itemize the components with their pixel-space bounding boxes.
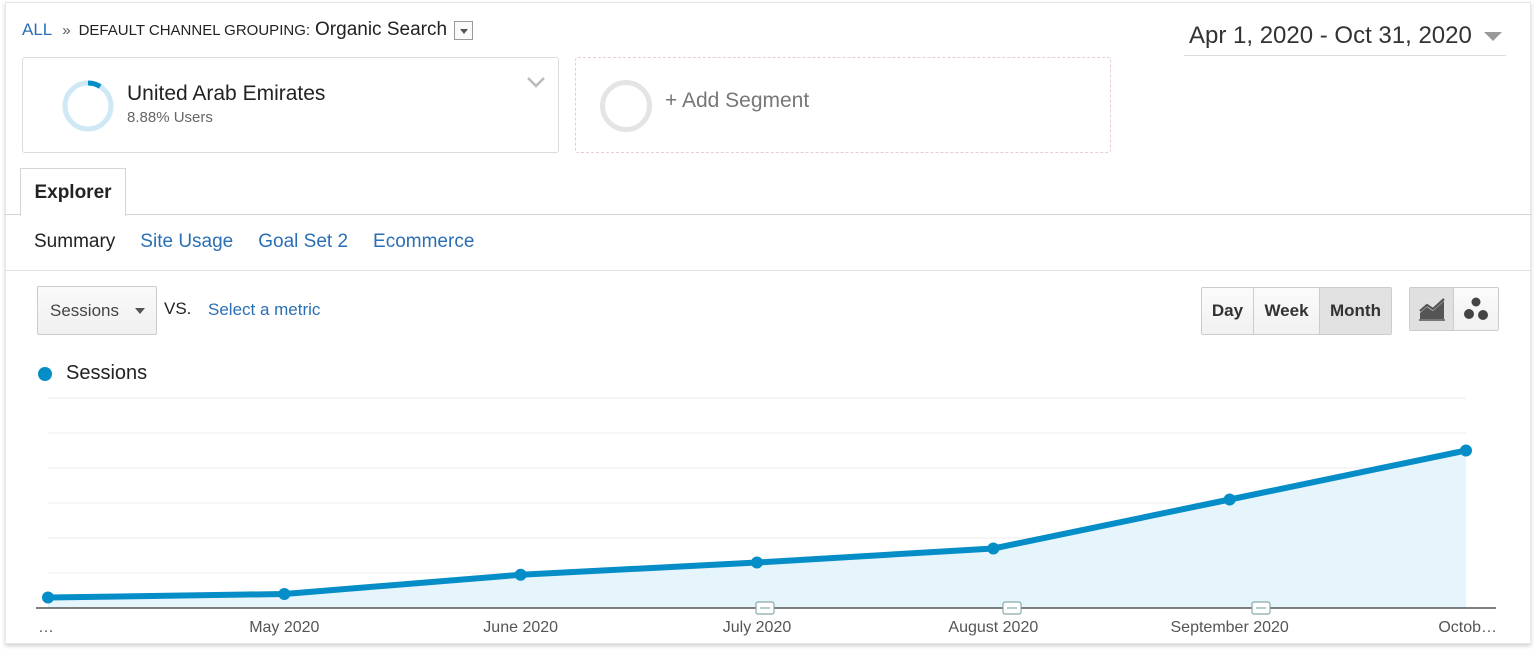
data-point xyxy=(987,542,1000,555)
subnav-site-usage[interactable]: Site Usage xyxy=(140,231,233,253)
date-range-picker[interactable]: Apr 1, 2020 - Oct 31, 2020 xyxy=(1184,22,1506,56)
sessions-area-chart: … May 2020 June 2020 July 2020 August 2020 Se… xyxy=(36,397,1497,636)
breadcrumb: ALL » DEFAULT CHANNEL GROUPING: Organic … xyxy=(22,19,474,41)
data-point xyxy=(751,556,763,569)
add-segment-label: + Add Segment xyxy=(665,89,810,112)
series-area xyxy=(48,450,1466,608)
x-tick-label: July 2020 xyxy=(723,619,792,636)
subnav-divider xyxy=(5,270,1531,271)
segment-name: United Arab Emirates xyxy=(127,82,326,105)
breadcrumb-dropdown-icon[interactable] xyxy=(454,20,474,40)
vs-label: VS. xyxy=(164,299,192,318)
chart-type-toggle xyxy=(1409,287,1499,331)
granularity-week-button[interactable]: Week xyxy=(1254,288,1320,334)
x-tick-label: … xyxy=(38,619,54,636)
breadcrumb-dimension: DEFAULT CHANNEL GROUPING: xyxy=(78,21,311,39)
segment-share: 8.88% Users xyxy=(127,109,213,126)
empty-segment-ring-icon xyxy=(600,80,652,132)
data-point xyxy=(514,568,527,581)
annotation-marker-icon xyxy=(1002,601,1022,615)
granularity-toggle: Day Week Month xyxy=(1201,287,1392,335)
breadcrumb-all-link[interactable]: ALL xyxy=(22,20,52,40)
line-chart-button[interactable] xyxy=(1410,288,1454,330)
x-tick-label: Octob… xyxy=(1438,619,1497,636)
add-segment-button[interactable]: + Add Segment xyxy=(575,57,1111,153)
subnav-summary[interactable]: Summary xyxy=(34,231,115,253)
data-point xyxy=(1460,444,1472,457)
breadcrumb-separator: » xyxy=(62,21,71,39)
date-range-text: Apr 1, 2020 - Oct 31, 2020 xyxy=(1189,22,1472,49)
chevron-down-icon[interactable] xyxy=(526,72,546,92)
subnav-ecommerce[interactable]: Ecommerce xyxy=(373,231,474,253)
explorer-subnav: Summary Site Usage Goal Set 2 Ecommerce xyxy=(34,231,499,253)
data-point xyxy=(278,588,291,600)
motion-chart-button[interactable] xyxy=(1454,288,1498,330)
line-chart-icon xyxy=(1418,298,1445,321)
x-tick-label: September 2020 xyxy=(1171,619,1289,636)
tab-divider xyxy=(5,214,1531,215)
annotation-marker-icon xyxy=(755,601,775,615)
segment-share-ring-icon xyxy=(62,80,114,132)
granularity-day-button[interactable]: Day xyxy=(1202,288,1254,334)
segment-united-arab-emirates[interactable]: United Arab Emirates 8.88% Users xyxy=(22,57,559,153)
x-tick-label: May 2020 xyxy=(249,619,319,636)
motion-chart-icon xyxy=(1464,297,1488,320)
select-comparison-metric-link[interactable]: Select a metric xyxy=(208,300,320,320)
metric-select[interactable]: Sessions xyxy=(37,286,157,335)
tab-explorer[interactable]: Explorer xyxy=(20,168,126,216)
granularity-month-button[interactable]: Month xyxy=(1320,288,1391,334)
x-tick-label: June 2020 xyxy=(483,619,558,636)
breadcrumb-value: Organic Search xyxy=(315,19,448,40)
data-point xyxy=(42,591,54,604)
caret-down-icon xyxy=(1484,32,1502,41)
metric-select-value: Sessions xyxy=(50,300,119,320)
subnav-goal-set-2[interactable]: Goal Set 2 xyxy=(258,231,348,253)
annotation-marker-icon xyxy=(1251,601,1271,615)
x-tick-label: August 2020 xyxy=(948,619,1038,636)
caret-down-icon xyxy=(135,308,145,314)
data-point xyxy=(1223,493,1236,506)
legend-swatch xyxy=(38,366,52,381)
